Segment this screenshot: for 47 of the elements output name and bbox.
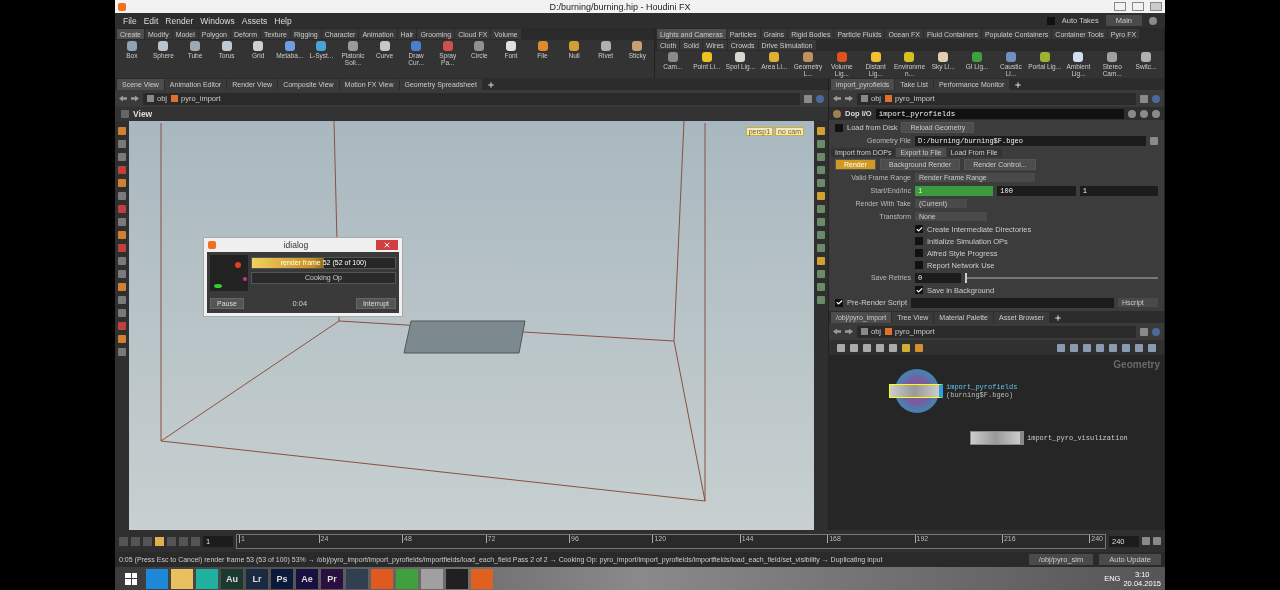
auto-takes-checkbox[interactable] [1046,16,1055,25]
dialog-title: idialog [282,240,310,250]
plus-icon [1054,313,1063,322]
script-field[interactable] [911,297,1114,308]
taskbar-app[interactable] [171,568,193,589]
minimize-button[interactable] [1114,2,1126,11]
taskbar-app[interactable] [146,568,168,589]
taskbar-app[interactable] [446,568,468,589]
menu-item[interactable]: Edit [143,15,159,26]
close-icon [383,241,391,249]
toggle-checkbox[interactable] [915,225,923,233]
checkmark-icon [915,286,923,294]
network-node[interactable] [970,431,1024,445]
close-button[interactable] [376,240,398,250]
menu-item[interactable]: Windows [200,15,235,26]
checkmark-icon [915,225,923,233]
toggle-checkbox[interactable] [915,237,923,245]
node-icon [885,328,892,335]
menu-item[interactable]: Render [165,15,194,26]
toggle-checkbox[interactable] [915,261,923,269]
progress-animation-drawing [210,255,248,291]
toggle-checkbox[interactable] [915,286,923,294]
app-logo-icon [208,241,216,249]
taskbar-app[interactable]: Pr [321,568,343,589]
close-button[interactable] [1150,2,1162,11]
maximize-button[interactable] [1132,2,1144,11]
plus-icon [1014,80,1023,89]
taskbar-app[interactable]: Ps [271,568,293,589]
taskbar-app[interactable]: Ae [296,568,318,589]
taskbar-app[interactable]: Au [221,568,243,589]
taskbar-app[interactable]: Lr [246,568,268,589]
node-icon [171,95,178,102]
plus-icon [486,80,495,89]
taskbar-app[interactable] [196,568,218,589]
load-from-disk-checkbox[interactable] [835,123,843,132]
toggle-checkbox[interactable] [915,249,923,257]
toggle-checkbox[interactable] [835,298,843,307]
app-logo-icon [118,2,126,11]
context-label: Geometry [1113,359,1160,370]
checkmark-icon [835,299,843,306]
node-icon [885,95,892,102]
menu-item[interactable]: Help [274,15,292,26]
menu-item[interactable]: File [123,15,137,26]
menu-item[interactable]: Assets [241,15,268,26]
window-title: D:/burning/burning.hip - Houdini FX [548,1,692,12]
windows-start-icon[interactable] [125,572,137,585]
view-title: View [133,109,153,119]
